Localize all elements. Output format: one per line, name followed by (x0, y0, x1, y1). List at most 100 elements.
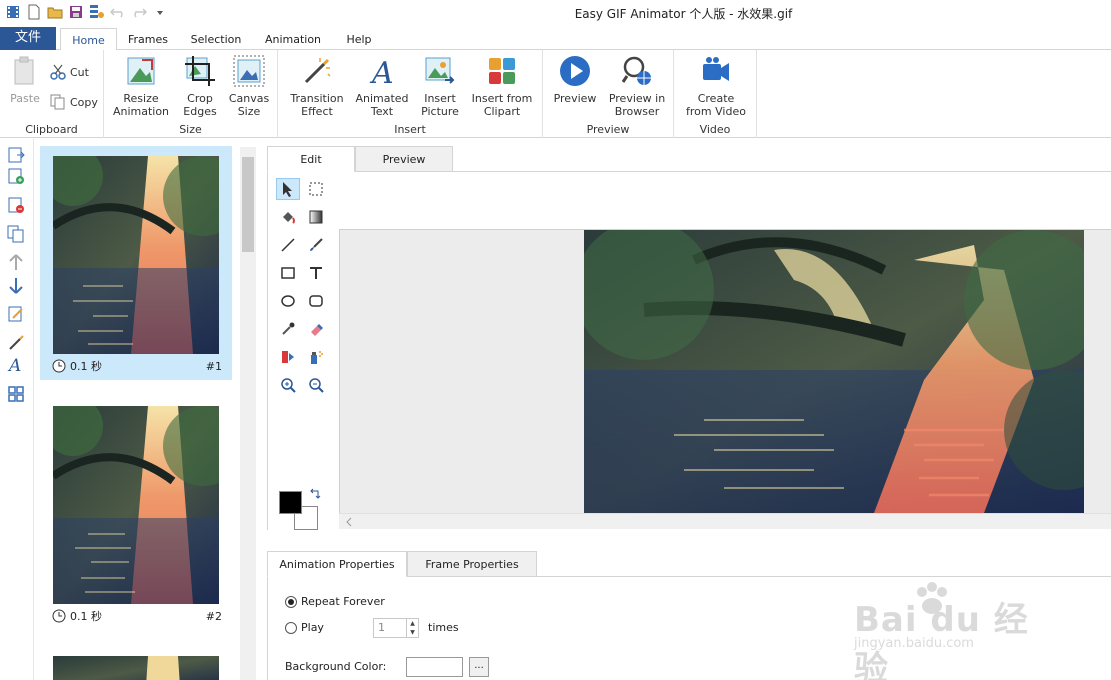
frame-text-icon[interactable]: A (7, 355, 25, 373)
background-color-field[interactable] (406, 657, 463, 677)
stepper-arrows[interactable]: ▲ ▼ (406, 619, 418, 637)
radio-selected (285, 595, 297, 608)
frame-effect-wand-icon[interactable] (7, 333, 25, 351)
fill-tool[interactable] (276, 206, 300, 228)
edit-frame-icon[interactable] (7, 305, 25, 323)
tab-animation[interactable]: Animation (260, 28, 326, 51)
frames-scroll-thumb[interactable] (242, 157, 254, 252)
tab-frame-properties[interactable]: Frame Properties (407, 551, 537, 577)
frame-item-2[interactable]: 0.1 秒 #2 (40, 396, 232, 630)
grid-view-icon[interactable] (7, 385, 25, 403)
eraser-tool[interactable] (304, 318, 328, 340)
move-down-icon[interactable] (7, 276, 25, 294)
preview-in-browser-button[interactable]: Preview in Browser (605, 54, 669, 118)
flip-tool[interactable] (276, 346, 300, 368)
size-group-label: Size (179, 123, 202, 136)
frame-item-3[interactable] (40, 646, 232, 680)
frame-item-1[interactable]: 0.1 秒 #1 (40, 146, 232, 380)
color-picker-tool[interactable] (276, 318, 300, 340)
text-t-icon (310, 267, 322, 279)
frame-thumbnail (53, 156, 219, 354)
line-tool[interactable] (276, 234, 300, 256)
canvas-horizontal-scrollbar[interactable] (339, 513, 1111, 529)
insert-picture-label-2: Picture (421, 105, 459, 118)
svg-text:A: A (369, 56, 394, 88)
frame-number: #2 (205, 609, 222, 623)
title-bar: Easy GIF Animator 个人版 - 水效果.gif (0, 0, 1111, 26)
frame-delay: 0.1 秒 (70, 610, 102, 623)
move-up-icon[interactable] (7, 253, 25, 271)
color-swatches (278, 488, 322, 532)
insert-picture-button[interactable]: Insert Picture (416, 54, 464, 118)
resize-animation-button[interactable]: Resize Animation (110, 54, 172, 118)
frame-delay: 0.1 秒 (70, 360, 102, 373)
animated-text-label-2: Text (370, 105, 394, 118)
add-frame-icon[interactable] (7, 167, 25, 185)
resize-label-1: Resize (123, 92, 159, 105)
browser-label-1: Preview in (608, 92, 666, 105)
brush-tool[interactable] (304, 234, 328, 256)
cut-button[interactable]: Cut (50, 64, 89, 80)
rectangle-tool[interactable] (276, 262, 300, 284)
canvas-area[interactable] (339, 229, 1111, 513)
frames-scrollbar[interactable] (240, 147, 256, 680)
rectangle-icon (281, 267, 295, 279)
tab-help[interactable]: Help (340, 28, 378, 51)
spray-tool[interactable] (304, 346, 328, 368)
preview-button[interactable]: Preview (551, 54, 599, 105)
rect-select-tool[interactable] (304, 178, 328, 200)
group-clipboard: Paste Cut Copy Clipboard (0, 50, 104, 138)
clipart-label-1: Insert from (471, 92, 533, 105)
scroll-left-icon[interactable] (343, 515, 355, 529)
tab-animation-properties[interactable]: Animation Properties (267, 551, 407, 577)
svg-text:A: A (7, 356, 21, 373)
select-pointer-tool[interactable] (276, 178, 300, 200)
create-from-video-button[interactable]: Create from Video (682, 54, 750, 118)
insert-frame-icon[interactable] (7, 146, 25, 164)
transition-label-2: Effect (301, 105, 333, 118)
tab-home[interactable]: Home (60, 28, 117, 51)
duplicate-frame-icon[interactable] (7, 225, 25, 243)
tab-edit[interactable]: Edit (267, 146, 355, 172)
canvas-size-button[interactable]: Canvas Size (226, 54, 272, 118)
paste-button[interactable]: Paste (6, 54, 44, 105)
video-label-2: from Video (686, 105, 746, 118)
repeat-forever-radio[interactable]: Repeat Forever (285, 595, 385, 608)
background-color-browse-button[interactable]: ... (469, 657, 489, 677)
insert-clipart-button[interactable]: Insert from Clipart (470, 54, 534, 118)
paste-icon (14, 56, 34, 85)
swap-colors-icon[interactable] (309, 488, 321, 500)
tab-file[interactable]: 文件 (0, 27, 56, 50)
group-size: Resize Animation Crop Edges Canvas Size … (104, 50, 278, 138)
delete-frame-icon[interactable] (7, 196, 25, 214)
crop-label-1: Crop (187, 92, 213, 105)
gradient-icon (309, 210, 323, 224)
animation-frame-image[interactable] (584, 230, 1084, 513)
zoom-in-tool[interactable] (276, 374, 300, 396)
tab-frames[interactable]: Frames (122, 28, 174, 51)
scissors-icon (50, 64, 66, 80)
frame-meta: 0.1 秒 #2 (52, 608, 222, 624)
eyedropper-icon (282, 322, 295, 335)
transition-effect-button[interactable]: Transition Effect (286, 54, 348, 118)
canvas-label-1: Canvas (228, 92, 270, 105)
foreground-color-swatch[interactable] (279, 491, 302, 514)
drawing-tool-palette (276, 178, 332, 528)
repeat-forever-label: Repeat Forever (301, 595, 385, 608)
play-times-radio[interactable]: Play (285, 621, 324, 634)
text-tool[interactable] (304, 262, 328, 284)
crop-edges-button[interactable]: Crop Edges (176, 54, 224, 118)
animated-text-icon: A (369, 56, 394, 88)
play-count-stepper[interactable]: 1 ▲ ▼ (373, 618, 419, 638)
copy-button[interactable]: Copy (50, 94, 98, 110)
ellipse-icon (281, 295, 295, 307)
frames-panel: 0.1 秒 #1 0.1 秒 #2 (34, 139, 258, 680)
tab-preview[interactable]: Preview (355, 146, 453, 172)
gradient-tool[interactable] (304, 206, 328, 228)
ellipse-tool[interactable] (276, 290, 300, 312)
zoom-out-tool[interactable] (304, 374, 328, 396)
animated-text-button[interactable]: A Animated Text (354, 54, 410, 118)
rounded-rect-tool[interactable] (304, 290, 328, 312)
tab-selection[interactable]: Selection (186, 28, 246, 51)
rounded-rect-icon (309, 295, 323, 307)
